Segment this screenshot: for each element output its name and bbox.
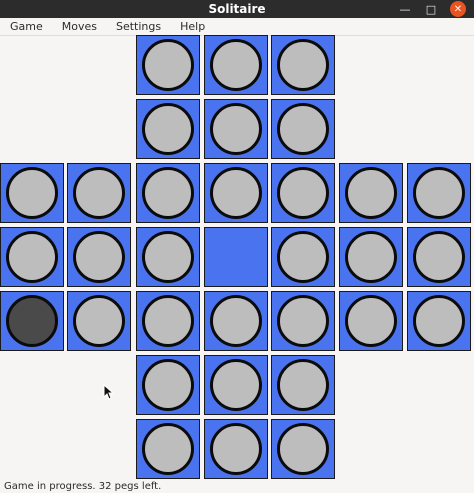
peg[interactable]	[142, 167, 194, 219]
peg[interactable]	[277, 103, 329, 155]
peg[interactable]	[345, 295, 397, 347]
board-hole[interactable]	[271, 291, 335, 351]
board-hole[interactable]	[204, 291, 268, 351]
board-hole[interactable]	[0, 163, 64, 223]
peg[interactable]	[142, 39, 194, 91]
close-icon[interactable]: ✕	[450, 1, 466, 17]
board-hole[interactable]	[271, 163, 335, 223]
board-hole[interactable]	[271, 227, 335, 287]
board-hole[interactable]	[204, 227, 268, 287]
peg[interactable]	[6, 167, 58, 219]
board-hole[interactable]	[339, 227, 403, 287]
board-hole[interactable]	[136, 99, 200, 159]
board-hole[interactable]	[204, 163, 268, 223]
board-hole[interactable]	[339, 291, 403, 351]
peg[interactable]	[6, 231, 58, 283]
selected-peg[interactable]	[6, 295, 58, 347]
title-bar: Solitaire — □ ✕	[0, 0, 474, 18]
peg[interactable]	[413, 167, 465, 219]
peg[interactable]	[73, 295, 125, 347]
board-hole[interactable]	[339, 163, 403, 223]
minimize-icon[interactable]: —	[398, 2, 412, 16]
menu-settings[interactable]: Settings	[106, 18, 170, 35]
peg[interactable]	[210, 39, 262, 91]
menu-game[interactable]: Game	[0, 18, 52, 35]
board-hole[interactable]	[271, 419, 335, 479]
board-hole[interactable]	[67, 291, 131, 351]
peg[interactable]	[210, 167, 262, 219]
board-hole[interactable]	[136, 227, 200, 287]
board-hole[interactable]	[136, 419, 200, 479]
status-bar: Game in progress. 32 pegs left.	[4, 481, 162, 492]
board-hole[interactable]	[204, 35, 268, 95]
peg[interactable]	[142, 423, 194, 475]
peg[interactable]	[73, 167, 125, 219]
peg[interactable]	[413, 231, 465, 283]
board-hole[interactable]	[407, 227, 471, 287]
mouse-pointer-icon	[103, 384, 113, 400]
peg[interactable]	[277, 423, 329, 475]
board-hole[interactable]	[136, 35, 200, 95]
peg[interactable]	[142, 295, 194, 347]
board-hole[interactable]	[271, 355, 335, 415]
peg[interactable]	[345, 167, 397, 219]
board-hole[interactable]	[271, 99, 335, 159]
window-controls: — □ ✕	[398, 0, 466, 18]
peg[interactable]	[210, 423, 262, 475]
peg[interactable]	[210, 103, 262, 155]
peg[interactable]	[277, 295, 329, 347]
menu-bar: Game Moves Settings Help	[0, 18, 474, 36]
menu-moves[interactable]: Moves	[52, 18, 106, 35]
game-board	[0, 35, 474, 480]
peg[interactable]	[277, 39, 329, 91]
board-hole[interactable]	[204, 99, 268, 159]
peg[interactable]	[142, 103, 194, 155]
peg[interactable]	[142, 231, 194, 283]
peg[interactable]	[210, 295, 262, 347]
maximize-icon[interactable]: □	[424, 2, 438, 16]
board-hole[interactable]	[136, 163, 200, 223]
board-hole[interactable]	[204, 355, 268, 415]
peg[interactable]	[277, 231, 329, 283]
board-hole[interactable]	[0, 227, 64, 287]
board-hole[interactable]	[67, 227, 131, 287]
peg[interactable]	[73, 231, 125, 283]
board-hole[interactable]	[407, 291, 471, 351]
peg[interactable]	[277, 167, 329, 219]
board-hole[interactable]	[271, 35, 335, 95]
board-hole[interactable]	[136, 355, 200, 415]
board-hole[interactable]	[67, 163, 131, 223]
peg[interactable]	[210, 359, 262, 411]
board-hole[interactable]	[204, 419, 268, 479]
menu-help[interactable]: Help	[170, 18, 214, 35]
board-hole[interactable]	[136, 291, 200, 351]
board-hole[interactable]	[0, 291, 64, 351]
peg[interactable]	[345, 231, 397, 283]
board-hole[interactable]	[407, 163, 471, 223]
peg[interactable]	[277, 359, 329, 411]
peg[interactable]	[413, 295, 465, 347]
peg[interactable]	[142, 359, 194, 411]
